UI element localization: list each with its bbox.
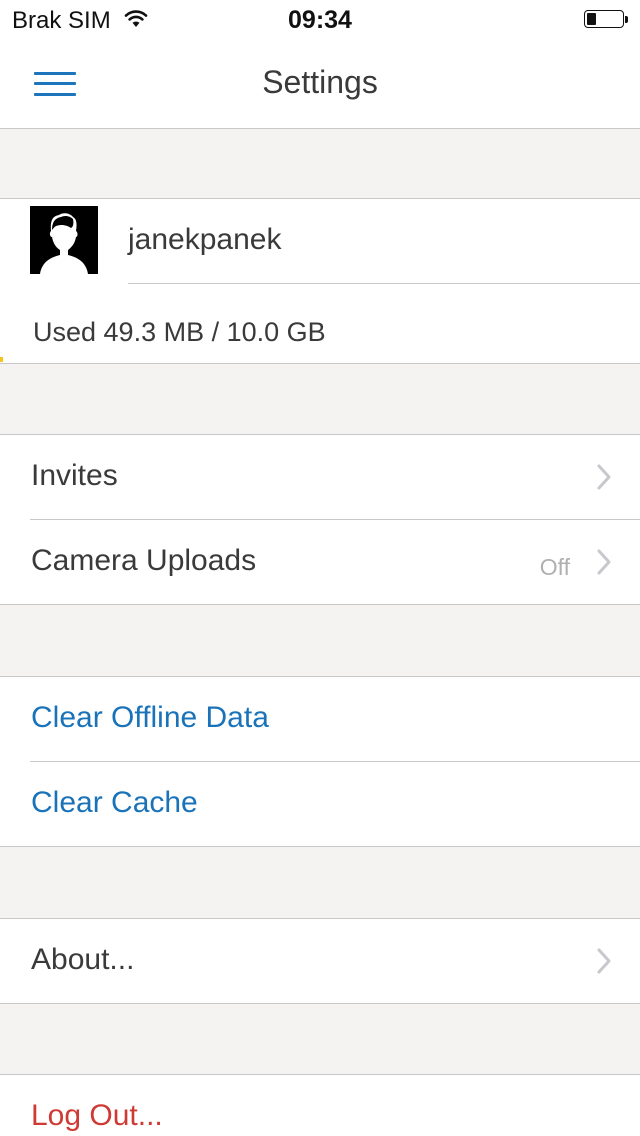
invites-row[interactable]: Invites bbox=[0, 435, 640, 520]
navigation-bar: Settings bbox=[0, 40, 640, 129]
chevron-right-icon bbox=[597, 549, 611, 575]
section-spacer bbox=[0, 129, 640, 199]
section-spacer bbox=[0, 847, 640, 919]
battery-level bbox=[587, 13, 596, 25]
clear-cache-button[interactable]: Clear Cache bbox=[0, 762, 640, 847]
clear-offline-data-button[interactable]: Clear Offline Data bbox=[0, 677, 640, 762]
divider bbox=[128, 283, 640, 284]
username: janekpanek bbox=[128, 223, 282, 256]
invites-label: Invites bbox=[31, 459, 118, 492]
clear-offline-data-label: Clear Offline Data bbox=[31, 701, 269, 734]
storage-usage: Used 49.3 MB / 10.0 GB bbox=[33, 317, 326, 347]
log-out-button[interactable]: Log Out... bbox=[0, 1075, 640, 1136]
section-spacer bbox=[0, 364, 640, 435]
avatar-icon[interactable] bbox=[30, 206, 98, 274]
status-bar: Brak SIM 09:34 bbox=[0, 0, 640, 40]
about-label: About... bbox=[31, 943, 135, 976]
account-section: janekpanek Used 49.3 MB / 10.0 GB bbox=[0, 199, 640, 364]
battery-icon bbox=[584, 10, 628, 30]
about-row[interactable]: About... bbox=[0, 919, 640, 1004]
chevron-right-icon bbox=[597, 948, 611, 974]
page-title: Settings bbox=[262, 64, 378, 100]
section-spacer bbox=[0, 605, 640, 677]
camera-uploads-status: Off bbox=[539, 554, 570, 580]
camera-uploads-row[interactable]: Camera Uploads Off bbox=[0, 520, 640, 605]
section-spacer bbox=[0, 1004, 640, 1075]
storage-usage-bar bbox=[0, 357, 3, 362]
status-time: 09:34 bbox=[288, 6, 352, 34]
chevron-right-icon bbox=[597, 464, 611, 490]
clear-cache-label: Clear Cache bbox=[31, 786, 198, 819]
log-out-label: Log Out... bbox=[31, 1099, 163, 1132]
camera-uploads-label: Camera Uploads bbox=[31, 544, 257, 577]
